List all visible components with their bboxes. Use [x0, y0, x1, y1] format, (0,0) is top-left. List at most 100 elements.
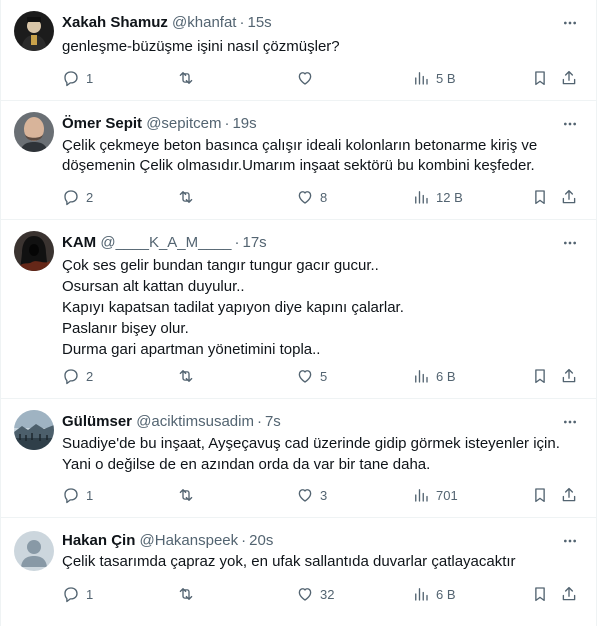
retweet-icon — [179, 489, 193, 501]
reply-button[interactable]: 1 — [62, 584, 93, 604]
reply-icon — [64, 190, 78, 206]
share-button[interactable] — [560, 187, 578, 207]
share-button[interactable] — [560, 485, 578, 505]
like-button[interactable]: 3 — [296, 485, 327, 505]
reply-count: 1 — [86, 586, 94, 602]
share-button[interactable] — [560, 584, 578, 604]
user-handle[interactable]: @khanfat — [172, 14, 236, 31]
hooded-figure-avatar-icon — [14, 231, 54, 271]
reply-count: 1 — [86, 487, 94, 503]
more-button[interactable] — [560, 14, 580, 32]
avatar[interactable] — [14, 11, 54, 51]
tweet-text: Çelik tasarımda çapraz yok, en ufak sall… — [62, 552, 587, 572]
share-icon — [562, 487, 576, 502]
timestamp[interactable]: 17s — [243, 234, 267, 251]
views-icon — [415, 72, 428, 85]
retweet-button[interactable] — [177, 68, 201, 88]
timeline: Xakah Shamuz @khanfat · 15s genleşme-büzüş… — [0, 0, 597, 626]
views-button[interactable]: 701 — [412, 485, 458, 505]
more-button[interactable] — [560, 413, 580, 431]
display-name[interactable]: Ömer Sepit — [62, 115, 142, 132]
retweet-icon — [179, 191, 193, 203]
share-icon — [562, 70, 576, 85]
reply-button[interactable]: 1 — [62, 485, 93, 505]
retweet-button[interactable] — [177, 584, 201, 604]
tweet[interactable]: Ömer Sepit @sepitcem · 19s Çelik çekmeye b… — [1, 101, 597, 220]
like-button[interactable] — [296, 68, 320, 88]
like-icon — [298, 588, 312, 601]
tweet-text-line: Çelik çekmeye beton basınca çalışır idea… — [62, 137, 538, 154]
separator-dot: · — [241, 532, 247, 549]
timestamp[interactable]: 19s — [232, 115, 256, 132]
avatar[interactable] — [14, 231, 54, 271]
like-icon — [298, 489, 312, 502]
like-button[interactable]: 32 — [296, 584, 334, 604]
bookmark-button[interactable] — [531, 584, 549, 604]
tweet[interactable]: Gülümser @aciktimsusadim · 7s Suadiye'de b… — [1, 399, 597, 518]
like-count: 3 — [320, 487, 328, 503]
views-button[interactable]: 12 B — [412, 187, 463, 207]
display-name[interactable]: KAM — [62, 234, 96, 251]
share-icon — [562, 189, 576, 204]
timestamp[interactable]: 15s — [247, 14, 271, 31]
bookmark-button[interactable] — [531, 68, 549, 88]
views-icon — [415, 191, 428, 204]
views-button[interactable]: 5 B — [412, 68, 456, 88]
view-count: 5 B — [436, 70, 456, 86]
tweet[interactable]: Xakah Shamuz @khanfat · 15s genleşme-büzüş… — [1, 0, 597, 101]
retweet-icon — [179, 370, 193, 382]
display-name[interactable]: Hakan Çin — [62, 532, 135, 549]
action-bar: 2 5 6 B — [62, 366, 587, 386]
reply-button[interactable]: 1 — [62, 68, 93, 88]
share-button[interactable] — [560, 68, 578, 88]
like-button[interactable]: 5 — [296, 366, 327, 386]
timestamp[interactable]: 20s — [249, 532, 273, 549]
view-count: 12 B — [436, 189, 463, 205]
tweet-text-line: Suadiye'de bu inşaat, Ayşeçavuş cad üzer… — [62, 435, 560, 452]
share-icon — [562, 368, 576, 383]
timestamp[interactable]: 7s — [265, 413, 281, 430]
like-icon — [298, 370, 312, 383]
more-icon — [564, 122, 576, 126]
reply-button[interactable]: 2 — [62, 187, 93, 207]
avatar[interactable] — [14, 531, 54, 571]
bookmark-icon — [535, 369, 545, 384]
tweet-header: Ömer Sepit @sepitcem · 19s — [62, 114, 257, 134]
share-button[interactable] — [560, 366, 578, 386]
bookmark-button[interactable] — [531, 485, 549, 505]
user-handle[interactable]: @Hakanspeek — [140, 532, 239, 549]
display-name[interactable]: Xakah Shamuz — [62, 14, 168, 31]
avatar[interactable] — [14, 410, 54, 450]
retweet-button[interactable] — [177, 187, 201, 207]
user-handle[interactable]: @aciktimsusadim — [136, 413, 254, 430]
retweet-button[interactable] — [177, 366, 201, 386]
like-button[interactable]: 8 — [296, 187, 327, 207]
tweet[interactable]: Hakan Çin @Hakanspeek · 20s Çelik tasarımd… — [1, 518, 597, 626]
tweet-text: Çelik çekmeye beton basınca çalışır idea… — [62, 136, 587, 176]
reply-button[interactable]: 2 — [62, 366, 93, 386]
views-button[interactable]: 6 B — [412, 584, 456, 604]
action-bar: 1 3 701 — [62, 485, 587, 505]
display-name[interactable]: Gülümser — [62, 413, 132, 430]
separator-dot: · — [256, 413, 262, 430]
more-button[interactable] — [560, 115, 580, 133]
user-handle[interactable]: @____K_A_M____ — [100, 234, 231, 251]
user-handle[interactable]: @sepitcem — [146, 115, 221, 132]
avatar[interactable] — [14, 112, 54, 152]
bookmark-button[interactable] — [531, 366, 549, 386]
views-button[interactable]: 6 B — [412, 366, 456, 386]
more-button[interactable] — [560, 532, 580, 550]
bookmark-button[interactable] — [531, 187, 549, 207]
more-icon — [564, 539, 576, 543]
reply-count: 2 — [86, 368, 94, 384]
bookmark-icon — [535, 488, 545, 503]
bookmark-icon — [535, 190, 545, 205]
default-user-avatar-icon — [14, 531, 54, 571]
tweet-text: Suadiye'de bu inşaat, Ayşeçavuş cad üzer… — [62, 433, 587, 475]
bookmark-icon — [535, 587, 545, 602]
tweet[interactable]: KAM @____K_A_M____ · 17s Çok ses gelir bun… — [1, 220, 597, 399]
tweet-text-line: Osursan alt kattan duyulur.. — [62, 278, 245, 295]
more-button[interactable] — [560, 234, 580, 252]
tweet-text-line: genleşme-büzüşme işini nasıl çözmüşler? — [62, 38, 340, 55]
retweet-button[interactable] — [177, 485, 201, 505]
